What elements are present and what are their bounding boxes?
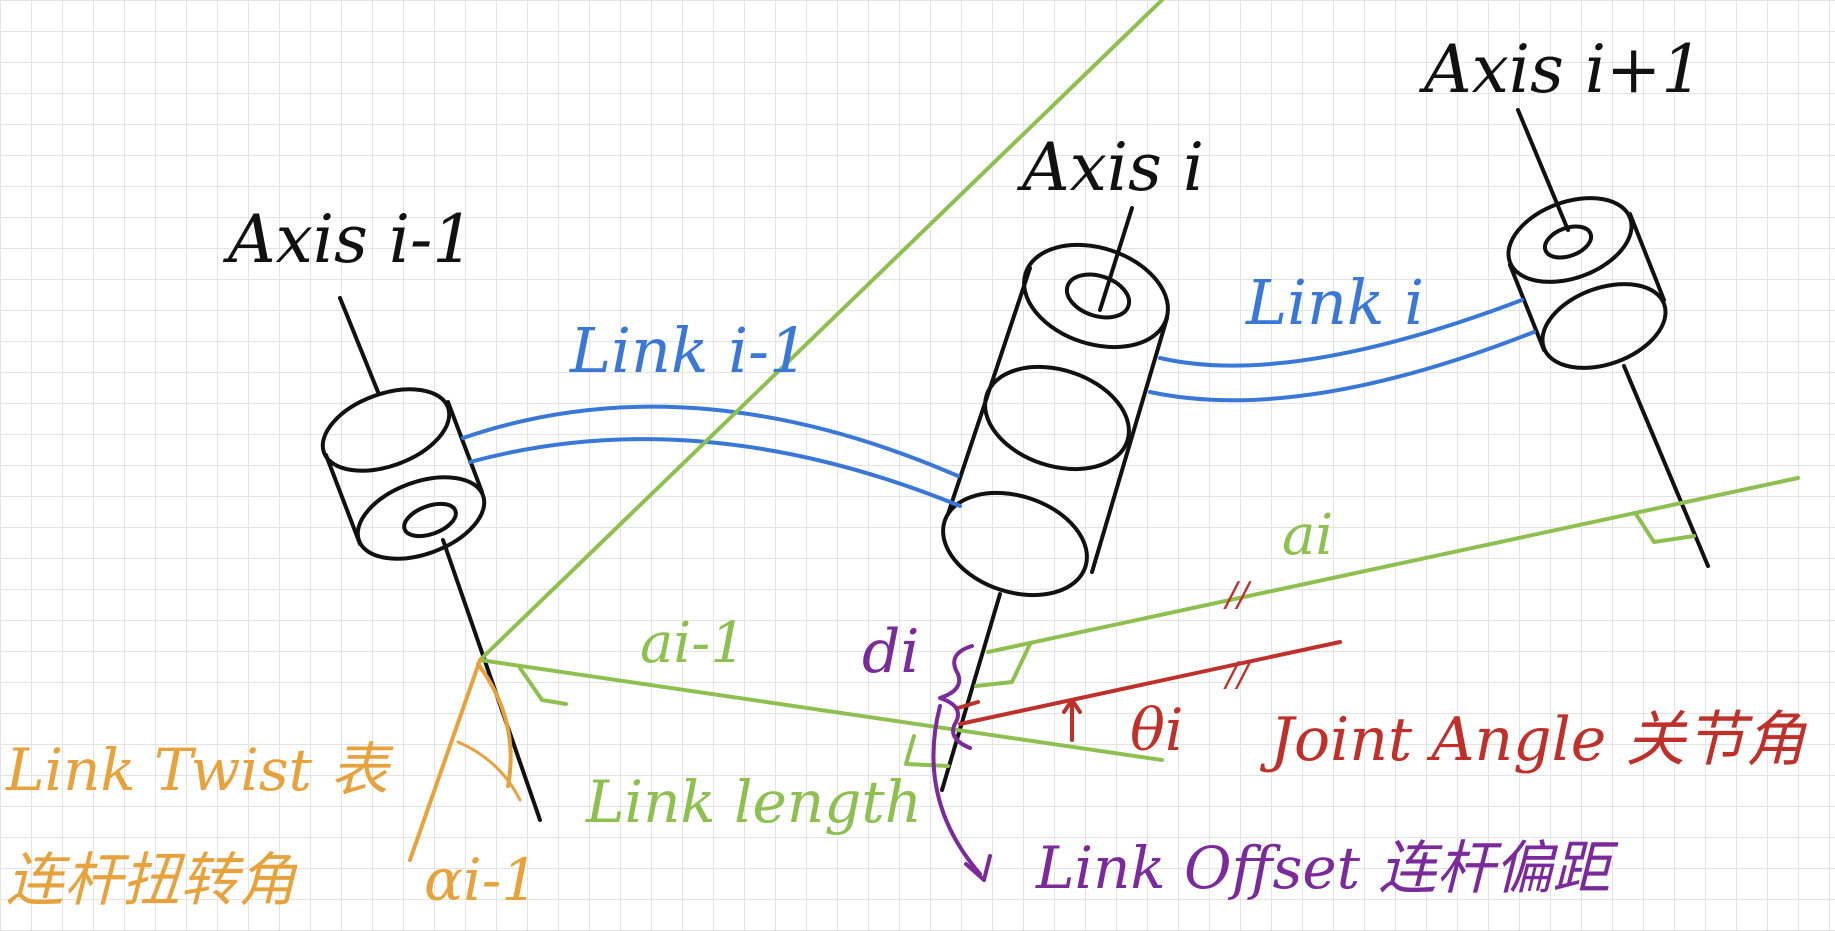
dh-parameter-diagram: // // Axis i-1 Axis i Axis i+1 Link i-1 … [5,0,1807,914]
label-d-i: di [862,617,920,687]
cylinder-top [320,387,452,473]
label-link-length: Link length [585,768,922,836]
label-link-i-minus-1: Link i-1 [569,314,808,387]
label-link-i: Link i [1245,266,1424,339]
label-link-twist-chinese: 连杆扭转角 [6,846,298,914]
diagram-canvas: // // Axis i-1 Axis i Axis i+1 Link i-1 … [0,0,1835,931]
label-joint-angle: Joint Angle 关节角 [1259,705,1807,775]
orange-projected-axis [408,658,482,862]
cylinder-bottom [1540,282,1668,370]
label-a-i-minus-1: ai-1 [640,611,746,676]
label-link-twist: Link Twist 表 [5,736,394,804]
cylinder-hole [402,501,458,539]
label-alpha-i-minus-1: αi-1 [424,846,538,914]
axis-i-minus-1-lower [441,538,542,822]
common-normal-a-i [974,476,1800,688]
label-link-offset: Link Offset 连杆偏距 [1035,834,1619,902]
cylinder-hole [1542,224,1594,260]
cylinder-top [1506,196,1634,284]
label-axis-i-minus-1: Axis i-1 [222,201,474,278]
link-offset [931,644,992,882]
label-axis-i: Axis i [1016,129,1204,206]
link-twist-alpha [408,658,522,862]
label-theta-i: θi [1130,696,1183,764]
cylinder-hole [1064,272,1132,320]
cylinder-top [1022,242,1170,350]
cylinder-side-right [1090,316,1169,574]
label-axis-i-plus-1: Axis i+1 [1418,31,1703,108]
cylinder-side-left [946,266,1032,516]
green-line-a-i-minus-1 [478,658,1164,762]
label-a-i: ai [1282,503,1333,568]
right-angle-mark-right [1634,512,1696,544]
green-line-a-i [986,476,1800,654]
link-i-minus-1 [461,404,962,508]
parallel-mark-lower: // [1223,655,1252,695]
right-angle-mark-middle [904,734,950,768]
axis-i-minus-1-upper [338,296,380,394]
joint-i-plus-1 [1506,108,1710,568]
parallel-mark-upper: // [1223,575,1252,615]
cylinder-bottom [355,475,487,561]
